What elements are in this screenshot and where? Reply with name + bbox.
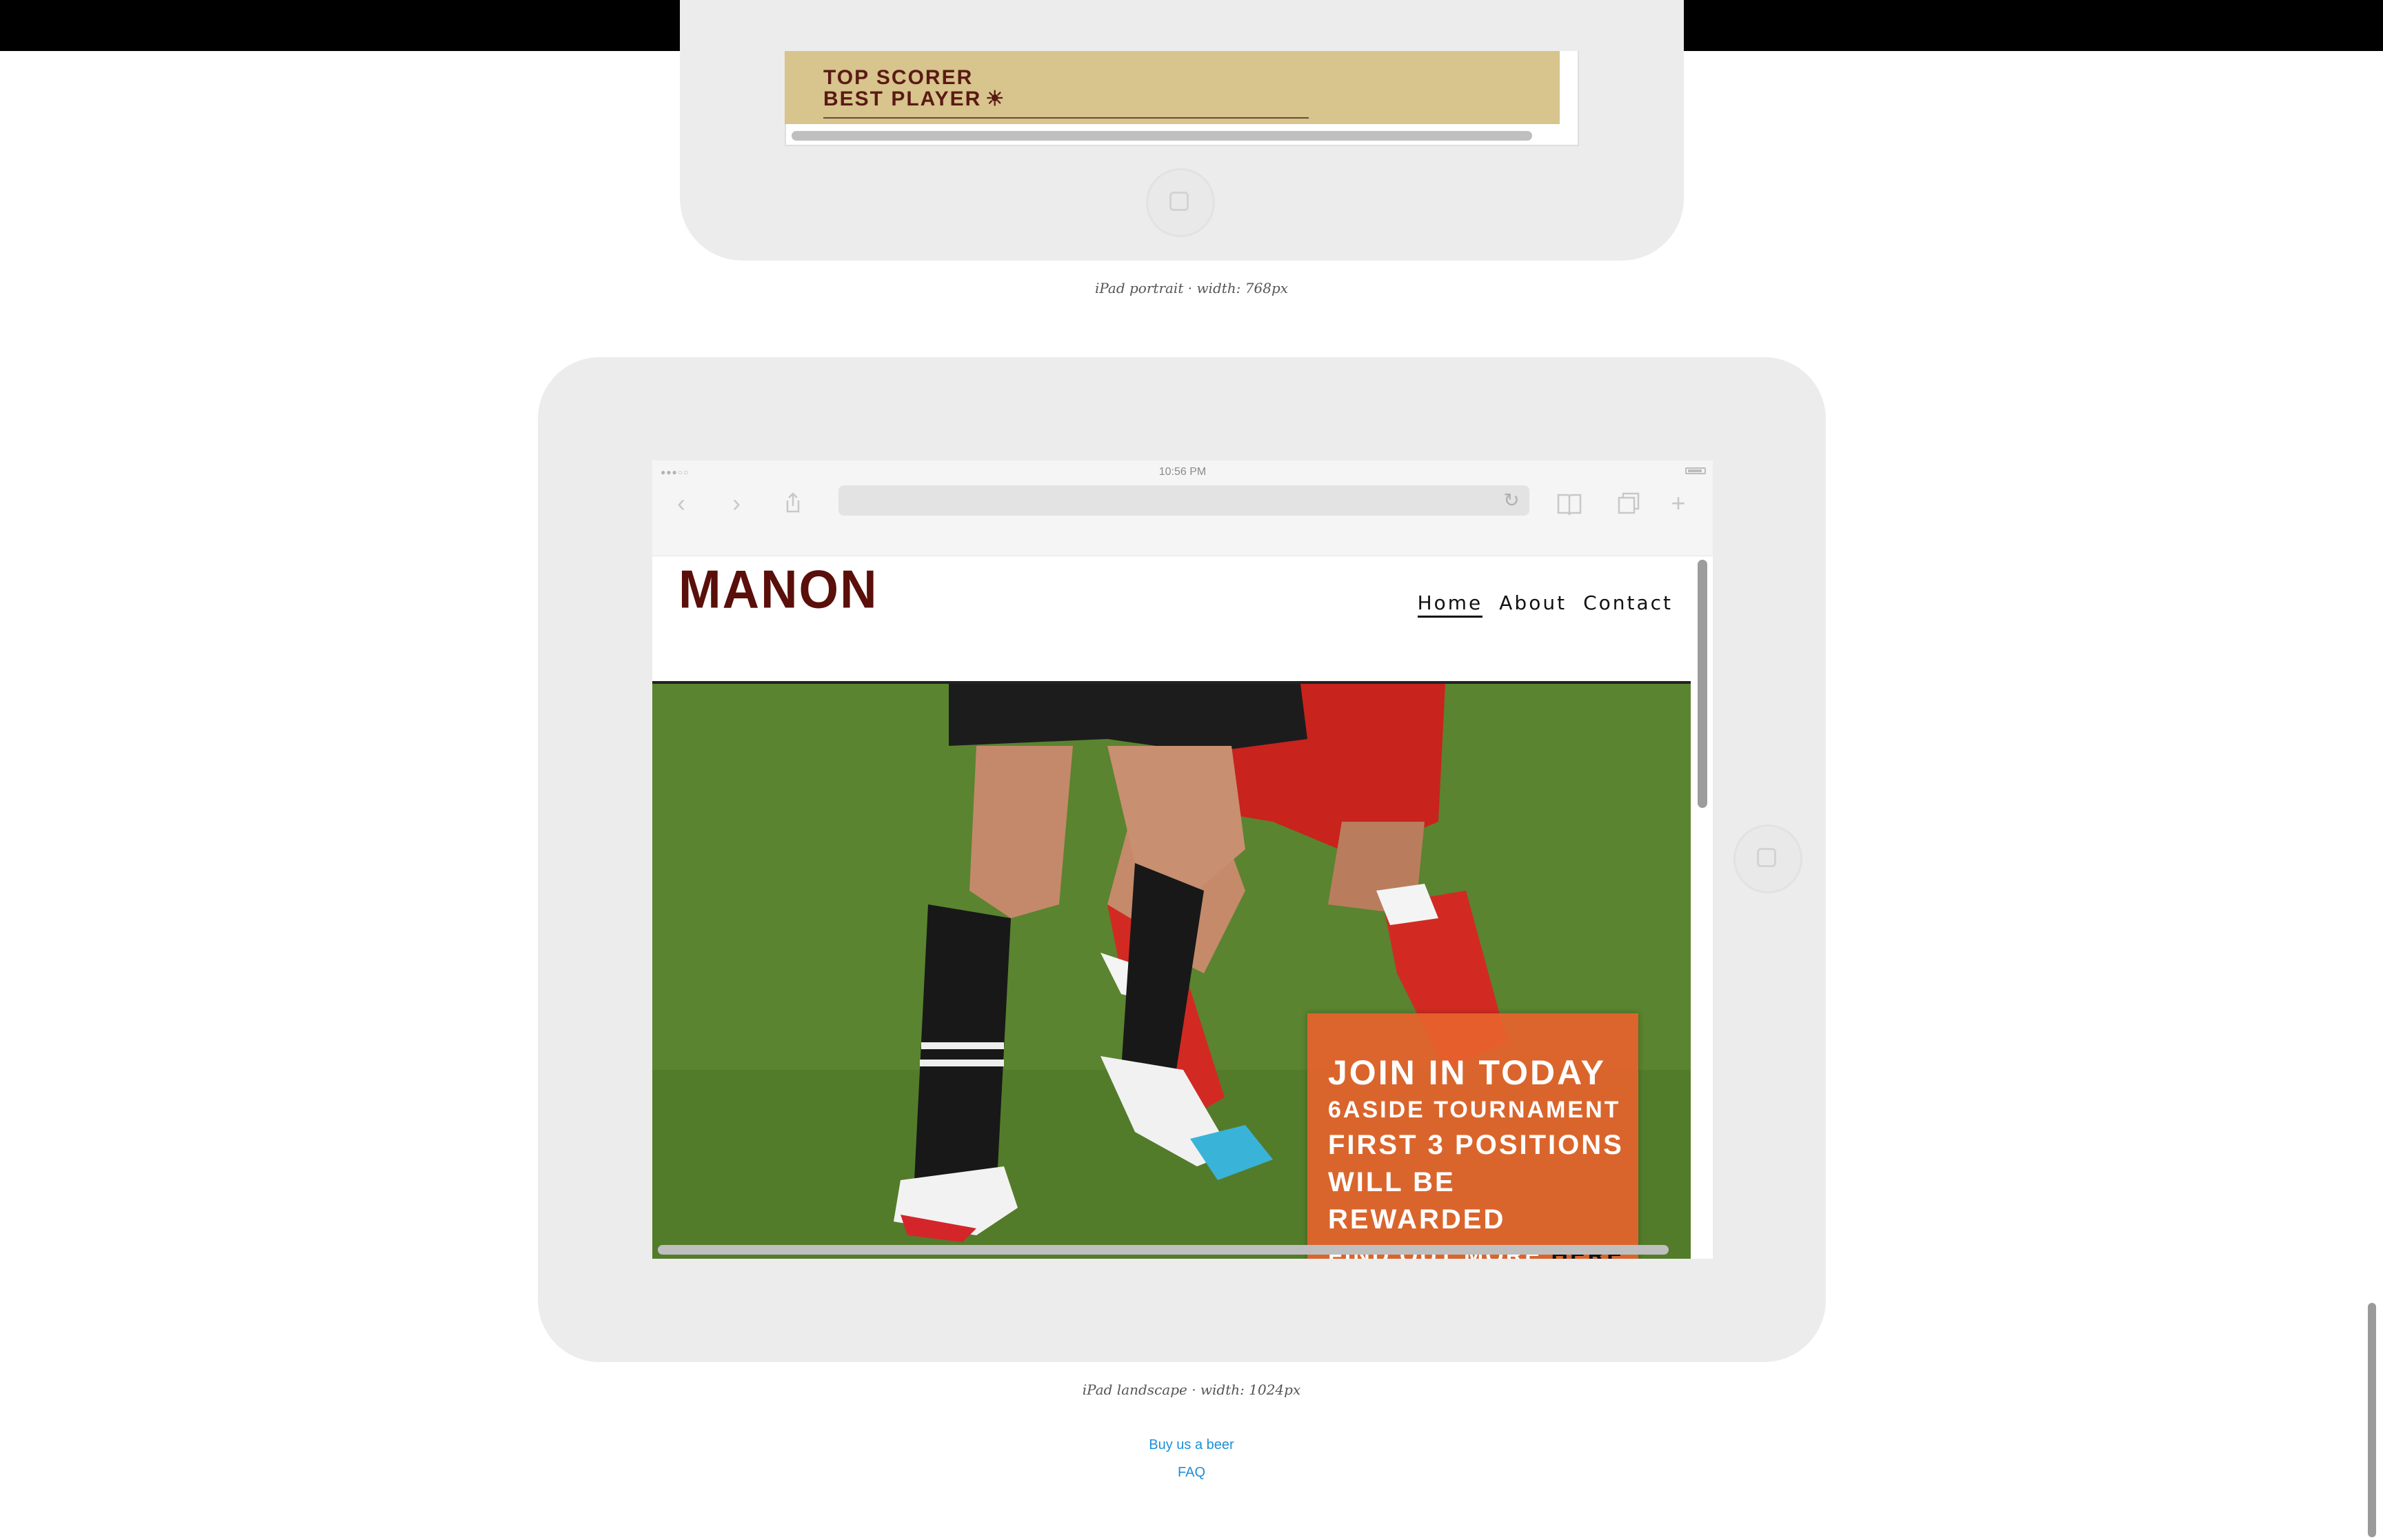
- new-tab-icon[interactable]: +: [1663, 488, 1693, 518]
- star-burst-icon: ☀: [985, 88, 1006, 110]
- nav-contact[interactable]: Contact: [1583, 591, 1673, 618]
- promo-title: JOIN IN TODAY: [1328, 1053, 1606, 1092]
- buy-us-a-beer-link[interactable]: Buy us a beer: [0, 1431, 2383, 1459]
- landscape-caption: iPad landscape · width: 1024px: [1082, 1381, 1301, 1398]
- promo-box: JOIN IN TODAY 6ASIDE TOURNAMENT FIRST 3 …: [1307, 1013, 1638, 1259]
- portrait-horizontal-scrollbar[interactable]: [792, 131, 1532, 141]
- back-icon[interactable]: ‹: [666, 488, 696, 518]
- battery-icon: [1685, 467, 1706, 474]
- best-player-text: BEST PLAYER: [823, 88, 982, 110]
- footer-divider: [823, 117, 1309, 119]
- top-scorer-label: TOP SCORER: [823, 66, 974, 89]
- nav-home[interactable]: Home: [1417, 591, 1483, 618]
- website-viewport: MANON Home About Contact JOIN IN TODAY 6…: [652, 557, 1713, 1259]
- reload-icon[interactable]: ↻: [1499, 488, 1524, 513]
- portrait-site-footer: TOP SCORER BEST PLAYER ☀: [785, 51, 1560, 124]
- address-bar[interactable]: ↻: [838, 485, 1529, 516]
- footer-links: Buy us a beer FAQ: [0, 1431, 2383, 1486]
- share-icon[interactable]: [778, 488, 808, 518]
- status-time: 10:56 PM: [1158, 466, 1207, 478]
- safari-chrome: ●●●○○ 10:56 PM ‹ › ↻ +: [652, 460, 1713, 556]
- forward-icon[interactable]: ›: [721, 488, 752, 518]
- portrait-caption: iPad portrait · width: 768px: [1094, 280, 1289, 296]
- faq-link[interactable]: FAQ: [0, 1459, 2383, 1486]
- tabs-icon[interactable]: [1613, 488, 1644, 518]
- home-square-icon: [1757, 848, 1776, 867]
- promo-subtitle: 6ASIDE TOURNAMENT: [1328, 1097, 1621, 1123]
- bookmarks-icon[interactable]: [1554, 488, 1585, 518]
- promo-body: FIRST 3 POSITIONS WILL BE REWARDED: [1328, 1130, 1624, 1235]
- hero-image: JOIN IN TODAY 6ASIDE TOURNAMENT FIRST 3 …: [652, 684, 1691, 1259]
- site-vertical-scrollbar[interactable]: [1698, 560, 1707, 808]
- landscape-home-button[interactable]: [1733, 824, 1802, 893]
- portrait-home-button[interactable]: [1146, 168, 1215, 237]
- ipad-landscape-screen: ●●●○○ 10:56 PM ‹ › ↻ + MANON Home About …: [652, 460, 1713, 1259]
- site-horizontal-scrollbar[interactable]: [658, 1245, 1669, 1255]
- home-square-icon: [1169, 192, 1189, 211]
- nav-about[interactable]: About: [1499, 591, 1567, 618]
- page-scrollbar[interactable]: [2368, 1303, 2376, 1537]
- site-logo[interactable]: MANON: [678, 558, 878, 620]
- best-player-label: BEST PLAYER ☀: [823, 87, 1005, 111]
- site-nav: Home About Contact: [1417, 591, 1673, 618]
